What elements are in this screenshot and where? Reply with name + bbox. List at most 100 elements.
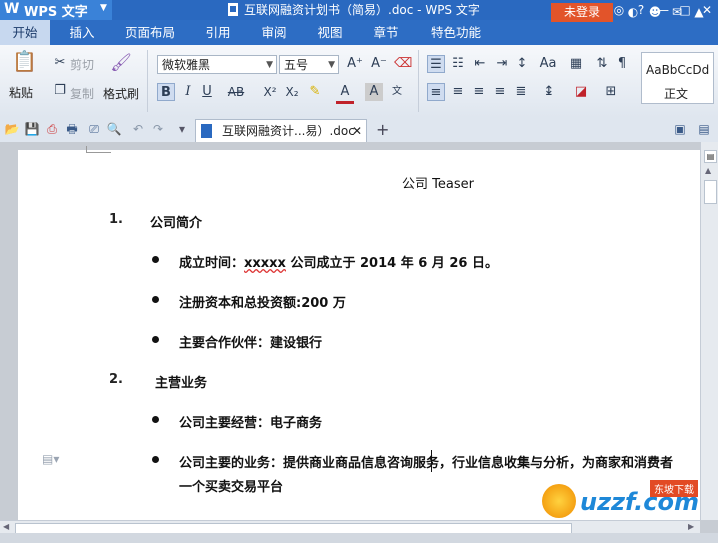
- font-family-select[interactable]: 微软雅黑 ▼: [157, 55, 277, 74]
- copy-button[interactable]: 复制: [70, 85, 94, 102]
- show-marks-icon[interactable]: ¶: [613, 55, 631, 73]
- divider: [147, 50, 148, 112]
- paragraph-options-icon[interactable]: ▤▾: [42, 452, 59, 466]
- align-right-icon[interactable]: ≡: [470, 83, 488, 101]
- login-button[interactable]: 未登录: [551, 3, 613, 22]
- line-spacing-icon[interactable]: ↨: [540, 83, 558, 101]
- list-item: 主要合作伙伴：建设银行: [179, 336, 323, 351]
- document-tab-title: 互联网融资计...易）.doc: [222, 124, 355, 138]
- decrease-indent-icon[interactable]: ⇤: [471, 55, 489, 73]
- list-item: 公司主要的业务：提供商业商品信息咨询服务，行业信息收集与分析，为商家和消费者: [179, 456, 674, 471]
- section-title: 公司简介: [150, 216, 203, 231]
- horizontal-scrollbar[interactable]: ◀ ▶: [0, 520, 700, 534]
- distribute-icon[interactable]: ≣: [512, 83, 530, 101]
- cut-button[interactable]: 剪切: [70, 56, 94, 73]
- text-direction-icon[interactable]: ↕: [513, 55, 531, 73]
- bullet-list-icon[interactable]: ☰: [427, 55, 445, 73]
- table-icon[interactable]: ▦: [567, 55, 585, 73]
- bullet-point: [152, 336, 159, 343]
- undo-icon[interactable]: ↶: [130, 121, 146, 137]
- spellcheck-error: xxxxx: [244, 256, 286, 271]
- scroll-left-icon[interactable]: ◀: [3, 522, 9, 531]
- tab-review[interactable]: 审阅: [252, 20, 296, 45]
- scroll-thumb[interactable]: [704, 180, 717, 204]
- style-gallery-normal[interactable]: AaBbCcDd 正文: [641, 52, 714, 104]
- cloud-icon[interactable]: ◐: [622, 2, 644, 23]
- list-item: 注册资本和总投资额:200 万: [179, 296, 346, 311]
- sort-icon[interactable]: ⇅: [593, 55, 611, 73]
- collapse-ribbon-icon[interactable]: ▲: [688, 2, 710, 23]
- print-icon[interactable]: 🖶: [64, 121, 80, 137]
- split-handle-icon[interactable]: ▤: [704, 150, 717, 163]
- change-case-icon[interactable]: Aa: [539, 55, 557, 73]
- user-icon[interactable]: ☻: [644, 2, 666, 23]
- paragraph-shading-icon[interactable]: ◪: [572, 83, 590, 101]
- tab-special-features[interactable]: 特色功能: [422, 20, 490, 45]
- scroll-up-icon[interactable]: ▲: [705, 166, 711, 175]
- phonetic-guide-icon[interactable]: 文: [388, 83, 406, 101]
- subscript-icon[interactable]: X₂: [283, 83, 301, 101]
- highlight-icon[interactable]: ✎: [306, 83, 324, 101]
- font-size-select[interactable]: 五号 ▼: [279, 55, 339, 74]
- tab-home[interactable]: 开始: [0, 20, 50, 45]
- list-item: 成立时间：xxxxx 公司成立于 2014 年 6 月 26 日。: [179, 256, 498, 271]
- vertical-scrollbar[interactable]: ▤ ▲: [700, 142, 718, 520]
- italic-icon[interactable]: I: [179, 83, 197, 101]
- new-tab-button[interactable]: +: [376, 120, 389, 139]
- style-name: 正文: [664, 87, 689, 101]
- clear-format-icon[interactable]: ⌫: [394, 55, 412, 73]
- copy-icon[interactable]: ❐: [51, 82, 69, 100]
- mail-icon[interactable]: ✉: [666, 2, 688, 23]
- font-color-icon[interactable]: A: [336, 83, 354, 104]
- save-icon[interactable]: 💾: [24, 121, 40, 137]
- open-folder-icon[interactable]: 📂: [4, 121, 20, 137]
- wps-logo-icon: W: [4, 1, 20, 17]
- underline-icon[interactable]: U: [198, 83, 216, 101]
- tab-page-layout[interactable]: 页面布局: [118, 20, 182, 45]
- format-painter-button[interactable]: 格式刷: [103, 85, 139, 102]
- strikethrough-icon[interactable]: AB: [224, 83, 248, 101]
- document-tab[interactable]: 互联网融资计...易）.doc ✕: [195, 119, 367, 142]
- section-number: 1.: [109, 212, 123, 227]
- tab-insert[interactable]: 插入: [58, 20, 106, 45]
- align-left-icon[interactable]: ≡: [427, 83, 445, 101]
- margin-corner-mark: [86, 146, 111, 153]
- redo-icon[interactable]: ↷: [150, 121, 166, 137]
- find-icon[interactable]: 🔍: [106, 121, 122, 137]
- watermark-logo: uzzf.com 东坡下载: [540, 478, 710, 524]
- sun-logo-icon: [542, 484, 576, 518]
- scissors-icon[interactable]: ✂: [51, 54, 69, 72]
- borders-icon[interactable]: ⊞: [602, 83, 620, 101]
- superscript-icon[interactable]: X²: [261, 83, 279, 101]
- numbered-list-icon[interactable]: ☷: [449, 55, 467, 73]
- brush-icon[interactable]: 🖌: [110, 54, 132, 78]
- paste-button[interactable]: 粘贴: [9, 84, 33, 101]
- restore-window-icon[interactable]: ▣: [672, 121, 688, 137]
- grow-font-icon[interactable]: A⁺: [346, 55, 364, 73]
- close-tab-icon[interactable]: ✕: [352, 120, 362, 142]
- tab-view[interactable]: 视图: [308, 20, 352, 45]
- window-title: 互联网融资计划书（简易）.doc - WPS 文字: [228, 0, 480, 20]
- char-shading-icon[interactable]: A: [365, 83, 383, 101]
- divider: [418, 50, 419, 112]
- bold-icon[interactable]: B: [157, 83, 175, 101]
- align-center-icon[interactable]: ≡: [449, 83, 467, 101]
- style-sample: AaBbCcDd: [646, 63, 710, 77]
- scroll-right-icon[interactable]: ▶: [688, 522, 694, 531]
- export-pdf-icon[interactable]: ⎙: [44, 121, 60, 137]
- section-number: 2.: [109, 372, 123, 387]
- increase-indent-icon[interactable]: ⇥: [493, 55, 511, 73]
- customize-icon[interactable]: ▾: [174, 121, 190, 137]
- list-item: 公司主要经营：电子商务: [179, 416, 323, 431]
- bullet-point: [152, 296, 159, 303]
- menu-right-icons: ◐ ☻ ✉ ▲: [622, 2, 710, 23]
- print-preview-icon[interactable]: ⎚: [86, 121, 102, 137]
- tab-references[interactable]: 引用: [196, 20, 240, 45]
- list-item-continuation: 一个买卖交易平台: [179, 480, 284, 495]
- window-list-icon[interactable]: ▤: [696, 121, 712, 137]
- paste-icon[interactable]: 📋: [12, 51, 37, 78]
- app-menu-button[interactable]: W WPS 文字 ▼: [0, 0, 112, 20]
- justify-icon[interactable]: ≡: [491, 83, 509, 101]
- shrink-font-icon[interactable]: A⁻: [370, 55, 388, 73]
- tab-chapter[interactable]: 章节: [364, 20, 408, 45]
